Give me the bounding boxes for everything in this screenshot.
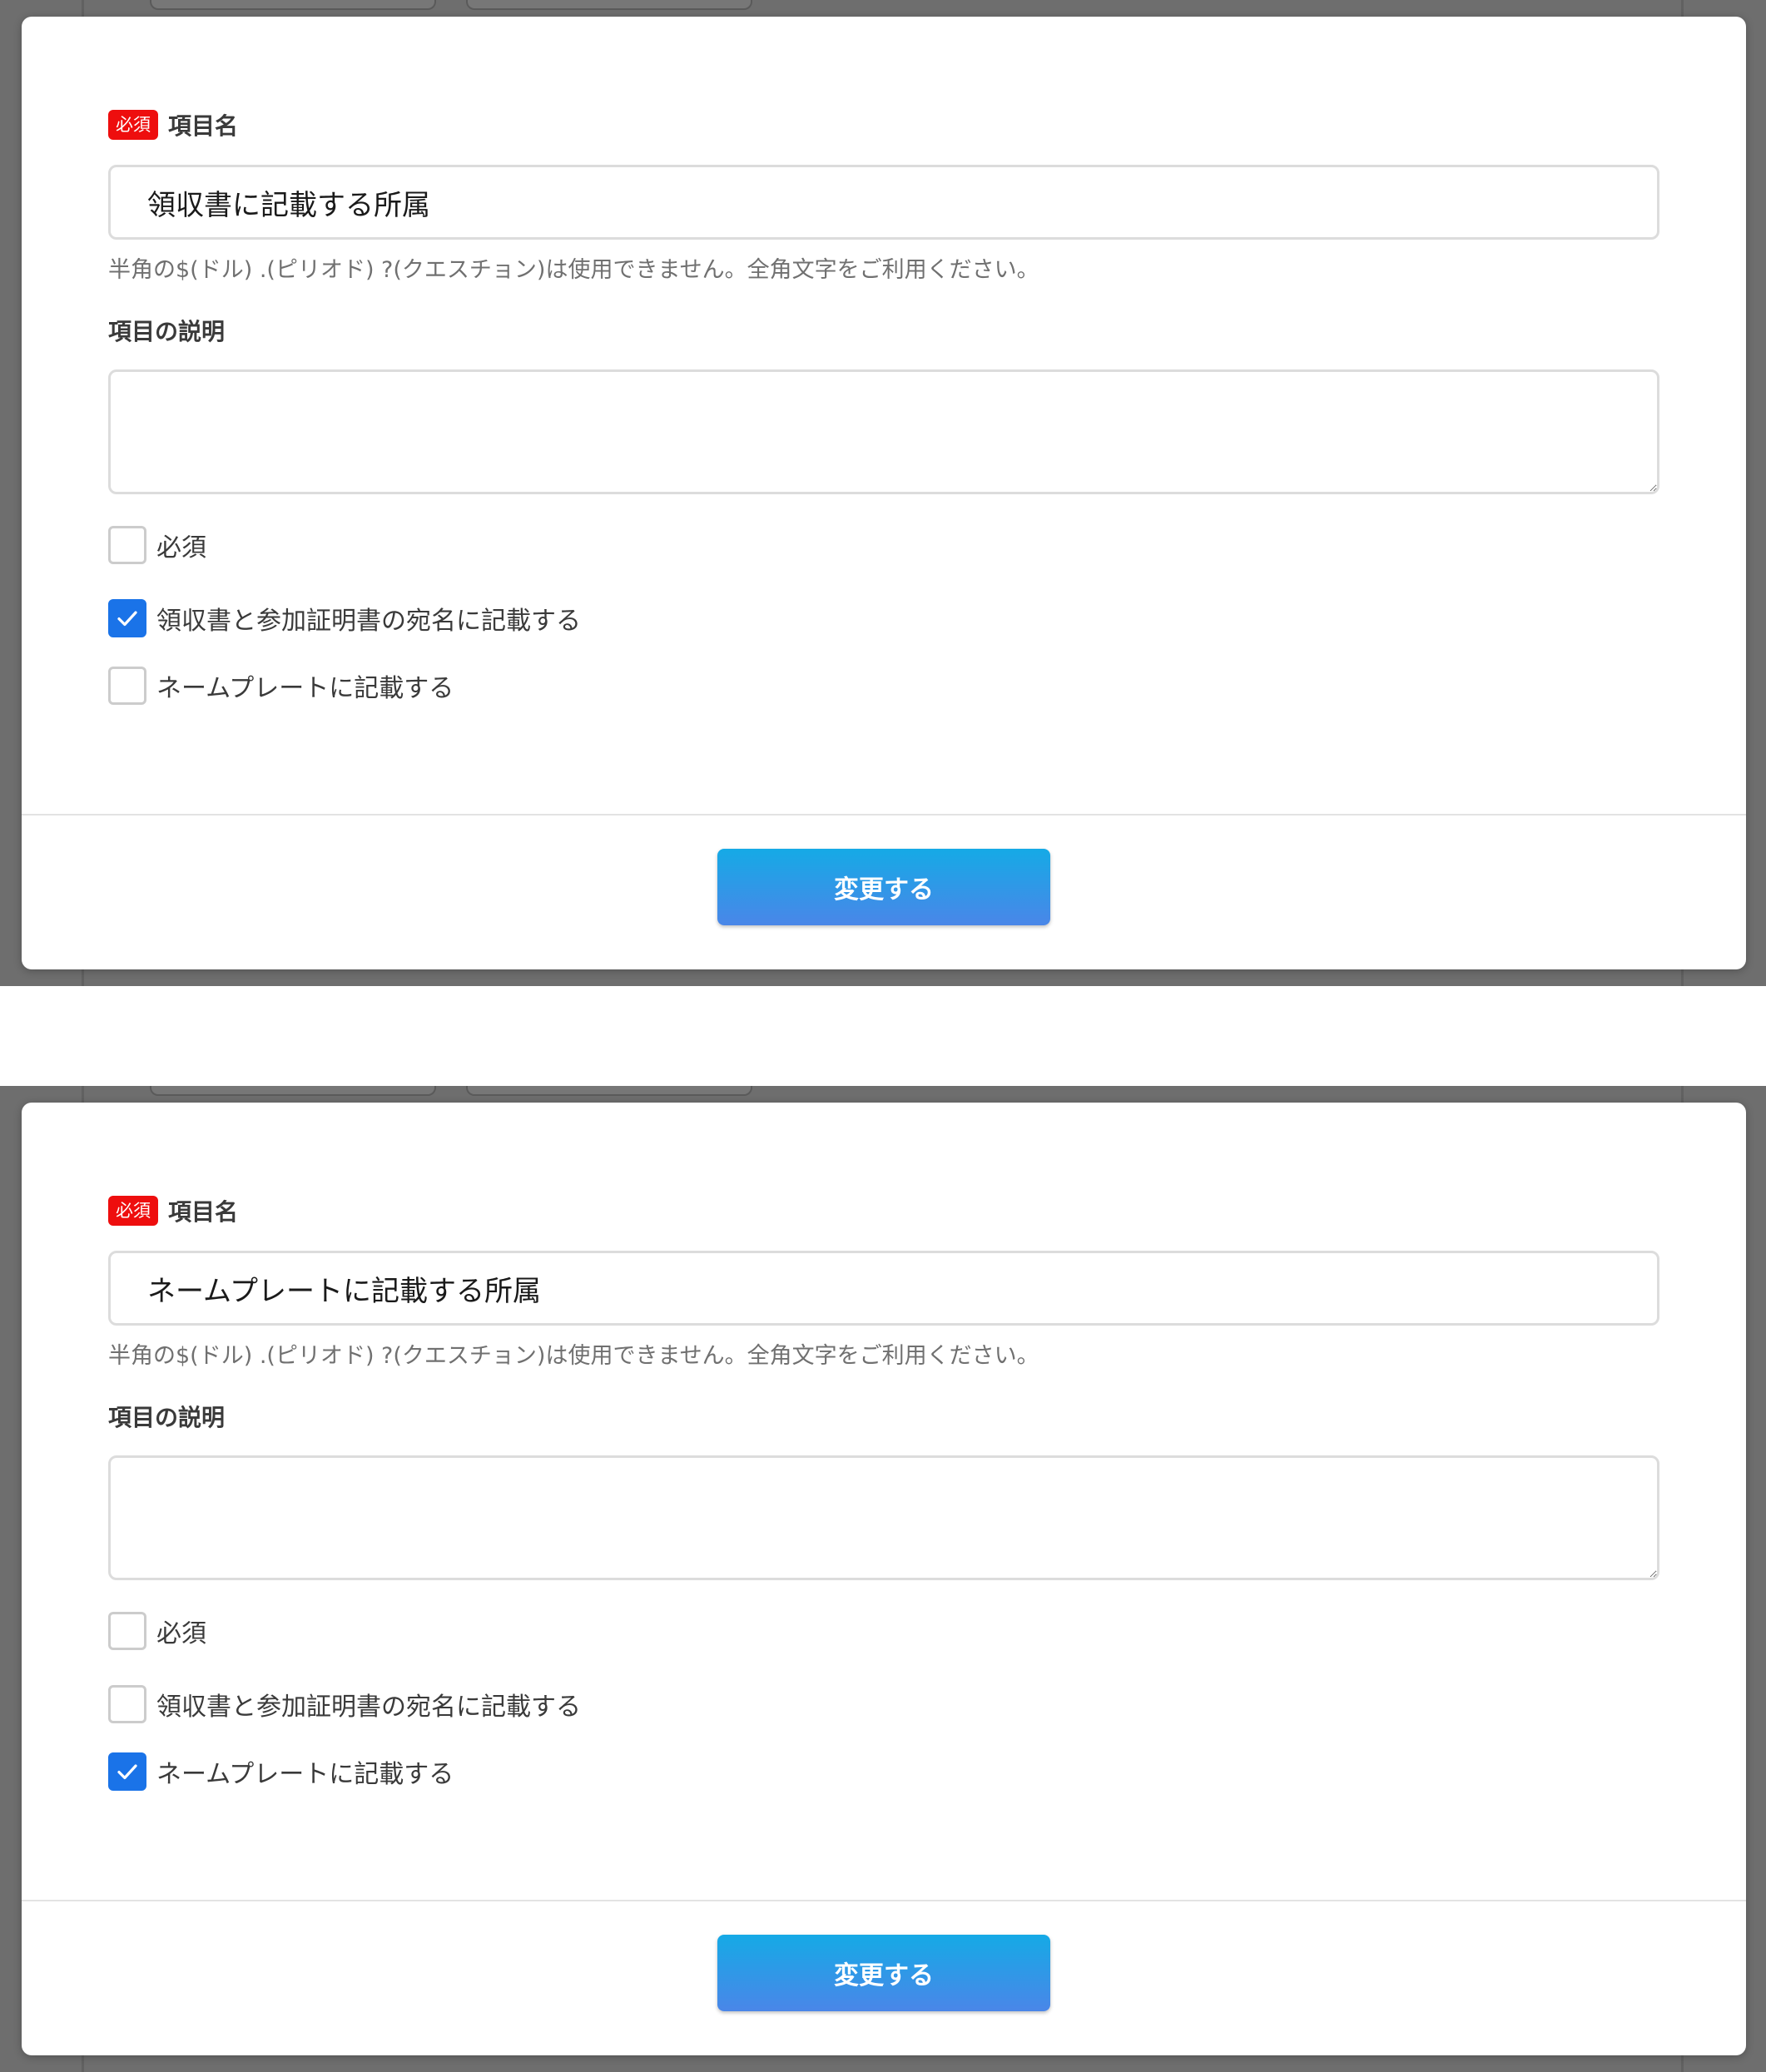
checkbox-required[interactable] [108,526,146,564]
field-name-label: 必須 項目名 [108,1194,238,1227]
checkbox-required[interactable] [108,1612,146,1650]
submit-button[interactable]: 変更する [717,849,1050,925]
field-description-label: 項目の説明 [108,318,226,345]
checkbox-receipt[interactable] [108,599,146,637]
submit-button[interactable]: 変更する [717,1935,1050,2011]
field-description-label: 項目の説明 [108,1404,226,1431]
checkbox-row-nameplate[interactable]: ネームプレートに記載する [108,667,454,705]
background-element [466,1086,752,1096]
field-name-label-text: 項目名 [168,1198,239,1226]
checkbox-receipt-label: 領収書と参加証明書の宛名に記載する [156,1693,581,1722]
field-name-input[interactable] [108,1251,1659,1326]
checkbox-required-label: 必須 [156,533,206,563]
checkbox-nameplate-label: ネームプレートに記載する [156,674,454,703]
required-badge: 必須 [108,110,158,140]
checkbox-row-nameplate[interactable]: ネームプレートに記載する [108,1752,454,1791]
checkbox-nameplate[interactable] [108,1752,146,1791]
field-description-textarea[interactable] [108,1455,1659,1580]
footer-divider [22,1900,1746,1901]
field-name-input[interactable] [108,165,1659,240]
checkbox-row-receipt[interactable]: 領収書と参加証明書の宛名に記載する [108,599,581,637]
checkbox-row-required[interactable]: 必須 [108,1612,206,1650]
background-element [466,0,752,10]
field-description-textarea[interactable] [108,369,1659,494]
edit-field-modal: 必須 項目名 半角の$(ドル) .(ピリオド) ?(クエスチョン)は使用できませ… [22,1103,1746,2055]
required-badge: 必須 [108,1196,158,1226]
screenshot-top: 必須 項目名 半角の$(ドル) .(ピリオド) ?(クエスチョン)は使用できませ… [0,0,1766,986]
checkbox-row-receipt[interactable]: 領収書と参加証明書の宛名に記載する [108,1685,581,1723]
field-name-label: 必須 項目名 [108,108,238,141]
checkbox-nameplate[interactable] [108,667,146,705]
field-name-label-text: 項目名 [168,112,239,140]
footer-divider [22,814,1746,815]
field-name-hint: 半角の$(ドル) .(ピリオド) ?(クエスチョン)は使用できません。全角文字を… [108,1343,1039,1369]
checkbox-row-required[interactable]: 必須 [108,526,206,564]
background-element [150,0,436,10]
edit-field-modal: 必須 項目名 半角の$(ドル) .(ピリオド) ?(クエスチョン)は使用できませ… [22,17,1746,969]
field-name-hint: 半角の$(ドル) .(ピリオド) ?(クエスチョン)は使用できません。全角文字を… [108,257,1039,283]
screenshot-bottom: 必須 項目名 半角の$(ドル) .(ピリオド) ?(クエスチョン)は使用できませ… [0,1086,1766,2072]
checkmark-icon [117,611,137,627]
background-element [150,1086,436,1096]
checkbox-receipt-label: 領収書と参加証明書の宛名に記載する [156,607,581,636]
checkbox-receipt[interactable] [108,1685,146,1723]
checkbox-nameplate-label: ネームプレートに記載する [156,1760,454,1789]
checkbox-required-label: 必須 [156,1619,206,1648]
checkmark-icon [117,1764,137,1780]
